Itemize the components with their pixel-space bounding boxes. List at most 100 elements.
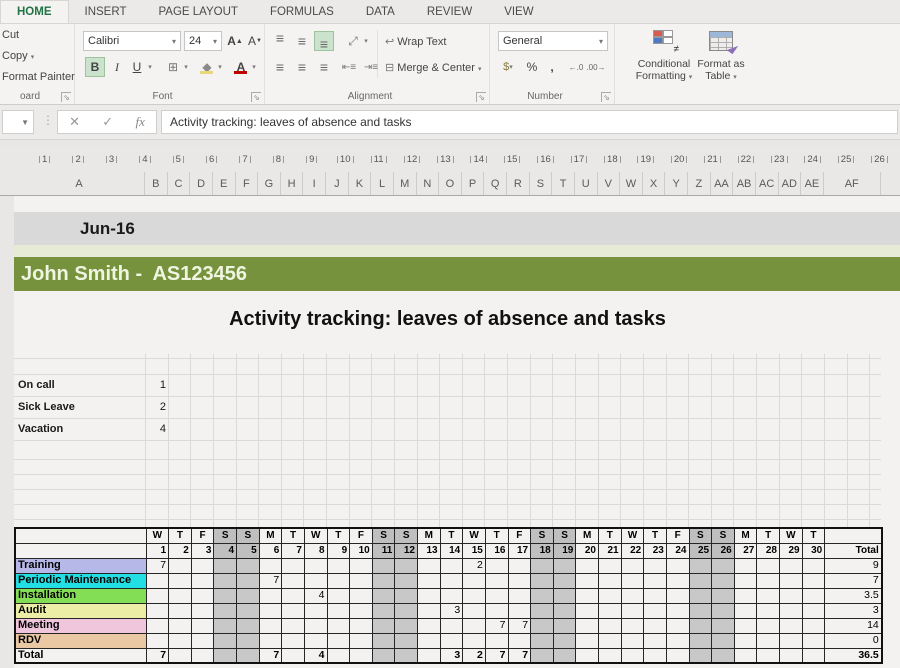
day-value-cell[interactable] [599, 618, 622, 633]
total-day-cell[interactable] [757, 648, 780, 663]
day-value-cell[interactable] [237, 603, 260, 618]
column-header-Z[interactable]: Z [688, 172, 711, 195]
day-value-cell[interactable]: 3 [440, 603, 463, 618]
cut-button[interactable]: Cut [2, 29, 19, 41]
total-day-cell[interactable]: 7 [146, 648, 169, 663]
day-value-cell[interactable] [485, 633, 508, 648]
day-value-cell[interactable] [259, 603, 282, 618]
day-value-cell[interactable] [644, 618, 667, 633]
day-value-cell[interactable] [214, 573, 237, 588]
day-value-cell[interactable] [395, 558, 418, 573]
day-value-cell[interactable] [712, 633, 735, 648]
day-number-cell[interactable]: 27 [734, 543, 757, 558]
day-value-cell[interactable] [508, 588, 531, 603]
underline-options-icon[interactable]: ▾ [145, 57, 155, 77]
row-total-cell[interactable]: 14 [825, 618, 882, 633]
day-number-cell[interactable]: 13 [418, 543, 441, 558]
column-header-R[interactable]: R [507, 172, 530, 195]
day-value-cell[interactable] [146, 618, 169, 633]
day-value-cell[interactable] [395, 588, 418, 603]
italic-button[interactable]: I [107, 57, 127, 77]
day-letter-cell[interactable]: F [508, 528, 531, 543]
column-header-N[interactable]: N [417, 172, 440, 195]
day-value-cell[interactable] [191, 588, 214, 603]
tab-page-layout[interactable]: PAGE LAYOUT [142, 0, 253, 23]
day-letter-cell[interactable]: T [802, 528, 825, 543]
total-day-cell[interactable] [531, 648, 554, 663]
day-value-cell[interactable] [666, 618, 689, 633]
day-value-cell[interactable] [576, 558, 599, 573]
day-value-cell[interactable] [531, 573, 554, 588]
day-value-cell[interactable] [553, 588, 576, 603]
column-header-P[interactable]: P [462, 172, 485, 195]
column-header-J[interactable]: J [326, 172, 349, 195]
day-number-cell[interactable]: 1 [146, 543, 169, 558]
activity-label-installation[interactable]: Installation [15, 588, 146, 603]
day-value-cell[interactable] [191, 573, 214, 588]
day-value-cell[interactable] [214, 633, 237, 648]
day-value-cell[interactable] [621, 573, 644, 588]
day-value-cell[interactable] [780, 603, 803, 618]
column-header-G[interactable]: G [258, 172, 281, 195]
day-letter-cell[interactable]: T [485, 528, 508, 543]
day-number-cell[interactable]: 15 [463, 543, 486, 558]
day-value-cell[interactable] [666, 603, 689, 618]
leave-label-on-call[interactable]: On call [18, 374, 55, 396]
font-name-combo[interactable]: Calibri▾ [83, 31, 181, 51]
number-dialog-launcher-icon[interactable]: ⇘ [601, 92, 611, 102]
day-letter-cell[interactable]: W [621, 528, 644, 543]
day-value-cell[interactable] [327, 573, 350, 588]
align-middle-icon[interactable]: ≡ [292, 31, 312, 51]
day-letter-cell[interactable]: M [418, 528, 441, 543]
total-day-cell[interactable] [395, 648, 418, 663]
day-value-cell[interactable] [485, 603, 508, 618]
day-value-cell[interactable] [666, 558, 689, 573]
day-value-cell[interactable]: 7 [146, 558, 169, 573]
cancel-icon[interactable]: ✕ [69, 114, 80, 130]
day-number-cell[interactable]: 28 [757, 543, 780, 558]
day-value-cell[interactable] [621, 603, 644, 618]
month-cell[interactable]: Jun-16 [14, 212, 900, 245]
day-letter-cell[interactable]: F [191, 528, 214, 543]
day-value-cell[interactable]: 7 [485, 618, 508, 633]
day-value-cell[interactable] [802, 558, 825, 573]
day-value-cell[interactable] [282, 618, 305, 633]
day-number-cell[interactable]: 25 [689, 543, 712, 558]
day-value-cell[interactable] [191, 558, 214, 573]
total-day-cell[interactable] [327, 648, 350, 663]
day-letter-cell[interactable]: S [531, 528, 554, 543]
day-letter-cell[interactable]: T [599, 528, 622, 543]
column-header-U[interactable]: U [575, 172, 598, 195]
clipboard-dialog-launcher-icon[interactable]: ⇘ [61, 92, 71, 102]
day-value-cell[interactable] [508, 603, 531, 618]
day-letter-cell[interactable]: T [282, 528, 305, 543]
day-letter-cell[interactable]: W [146, 528, 169, 543]
column-header-D[interactable]: D [190, 172, 213, 195]
day-value-cell[interactable] [802, 588, 825, 603]
day-number-cell[interactable]: 3 [191, 543, 214, 558]
day-value-cell[interactable] [282, 558, 305, 573]
column-header-T[interactable]: T [552, 172, 575, 195]
day-value-cell[interactable] [802, 633, 825, 648]
day-number-cell[interactable]: 18 [531, 543, 554, 558]
wrap-text-button[interactable]: ↩ Wrap Text [385, 35, 446, 48]
conditional-formatting-button[interactable]: ≠ Conditional Formatting ▾ [633, 26, 695, 102]
day-value-cell[interactable] [327, 618, 350, 633]
day-number-cell[interactable]: 24 [666, 543, 689, 558]
total-day-cell[interactable] [237, 648, 260, 663]
day-value-cell[interactable] [237, 573, 260, 588]
day-letter-cell[interactable]: S [553, 528, 576, 543]
day-value-cell[interactable] [576, 588, 599, 603]
total-day-cell[interactable] [644, 648, 667, 663]
borders-button[interactable]: ⊞ [163, 57, 183, 77]
day-letter-cell[interactable]: T [169, 528, 192, 543]
decrease-indent-icon[interactable]: ⇤≡ [339, 57, 359, 77]
day-value-cell[interactable] [169, 603, 192, 618]
day-value-cell[interactable] [214, 618, 237, 633]
day-value-cell[interactable] [304, 618, 327, 633]
day-value-cell[interactable] [531, 558, 554, 573]
increase-font-size-button[interactable]: A▲ [225, 31, 245, 51]
column-header-O[interactable]: O [439, 172, 462, 195]
day-letter-cell[interactable]: M [734, 528, 757, 543]
day-value-cell[interactable] [531, 618, 554, 633]
